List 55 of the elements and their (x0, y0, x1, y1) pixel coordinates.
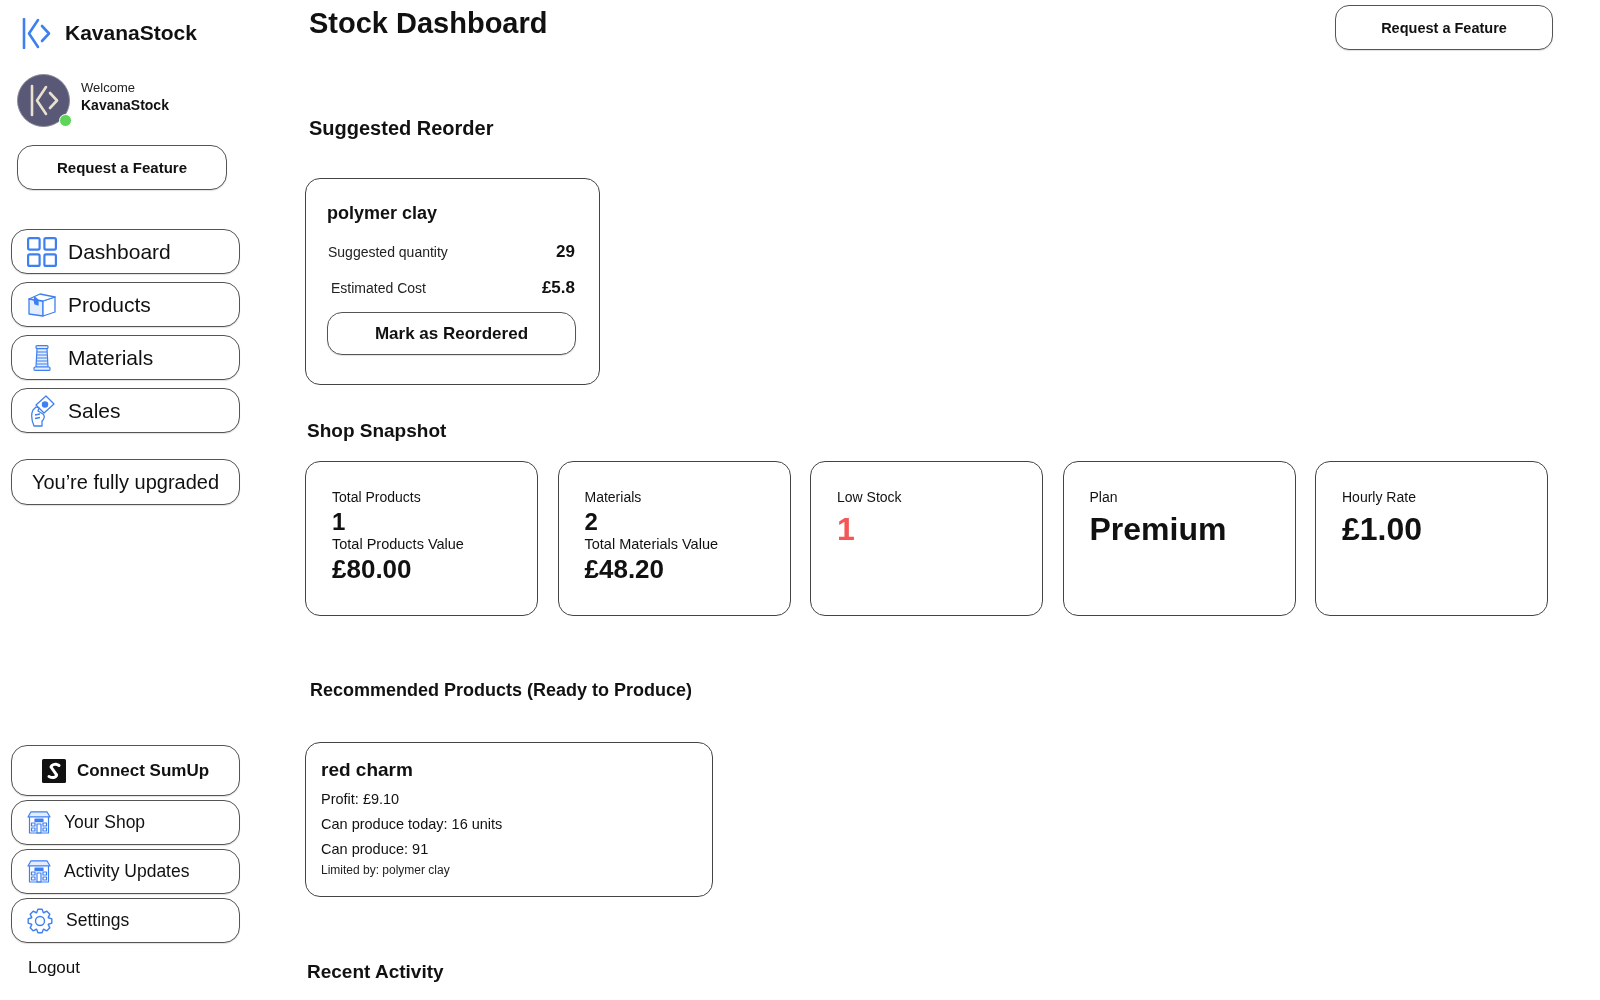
avatar-icon (17, 74, 70, 127)
field-label: Suggested quantity (328, 244, 448, 260)
stat-label: Plan (1089, 489, 1118, 505)
welcome-text: Welcome (81, 80, 136, 95)
stat-label: Materials (584, 489, 642, 505)
sidebar-nav-item[interactable]: Sales (11, 388, 240, 433)
logout-link[interactable]: Logout (28, 958, 80, 978)
user-name: KavanaStock (81, 97, 169, 113)
section-heading: Shop Snapshot (307, 420, 447, 442)
field-value: 29 (556, 242, 575, 262)
product-detail: Can produce today: 16 units (321, 815, 503, 834)
stat-label: Total Materials Value (584, 535, 719, 552)
stat-label: Hourly Rate (1342, 489, 1416, 505)
product-name: red charm (321, 759, 413, 781)
sidebar-nav-item[interactable]: Dashboard (11, 229, 240, 274)
material-name: polymer clay (327, 203, 439, 224)
upgrade-status-button[interactable]: You’re fully upgraded (11, 459, 240, 505)
brand-logo-icon (21, 17, 52, 49)
square-logo-icon (41, 758, 66, 783)
sidebar-nav-item[interactable]: Activity Updates (11, 849, 240, 894)
stat-value: 1 (837, 511, 855, 548)
stat-label: Total Products (332, 489, 421, 505)
stat-value: £80.00 (332, 553, 412, 585)
grid-icon (27, 236, 57, 267)
request-feature-button[interactable]: Request a Feature (17, 145, 227, 190)
section-heading: Recommended Products (Ready to Produce) (310, 680, 693, 701)
storefront-icon (27, 860, 51, 883)
limiting-material: Limited by: polymer clay (321, 863, 450, 877)
storefront-icon (27, 811, 51, 834)
section-heading: Suggested Reorder (309, 117, 494, 140)
stat-value: Premium (1089, 511, 1227, 548)
sidebar-nav-item[interactable]: Settings (11, 898, 240, 943)
stat-label: Low Stock (837, 489, 902, 505)
sidebar-nav-item[interactable]: Materials (11, 335, 240, 380)
request-feature-button[interactable]: Request a Feature (1335, 5, 1553, 50)
thread-spool-icon (33, 344, 51, 371)
page-title: Stock Dashboard (309, 7, 548, 40)
mark-reordered-button[interactable]: Mark as Reordered (327, 312, 576, 355)
stat-value: £1.00 (1342, 511, 1423, 548)
hand-money-icon (29, 394, 55, 427)
stat-label: Total Products Value (332, 535, 464, 552)
section-heading: Recent Activity (307, 961, 444, 983)
box-icon (28, 292, 56, 317)
product-detail: Profit: £9.10 (321, 790, 400, 809)
sidebar-nav-item[interactable]: Products (11, 282, 240, 327)
field-label: Estimated Cost (331, 280, 426, 296)
product-detail: Can produce: 91 (321, 840, 429, 859)
stat-value: £48.20 (584, 553, 665, 585)
brand-name: KavanaStock (65, 21, 197, 45)
stat-value: 1 (332, 508, 346, 536)
field-value: £5.8 (541, 278, 575, 298)
sidebar-nav-item[interactable]: Your Shop (11, 800, 240, 845)
connect-sumup-button[interactable]: Connect SumUp (11, 745, 240, 796)
stat-value: 2 (584, 508, 598, 536)
settings-icon (27, 907, 53, 934)
